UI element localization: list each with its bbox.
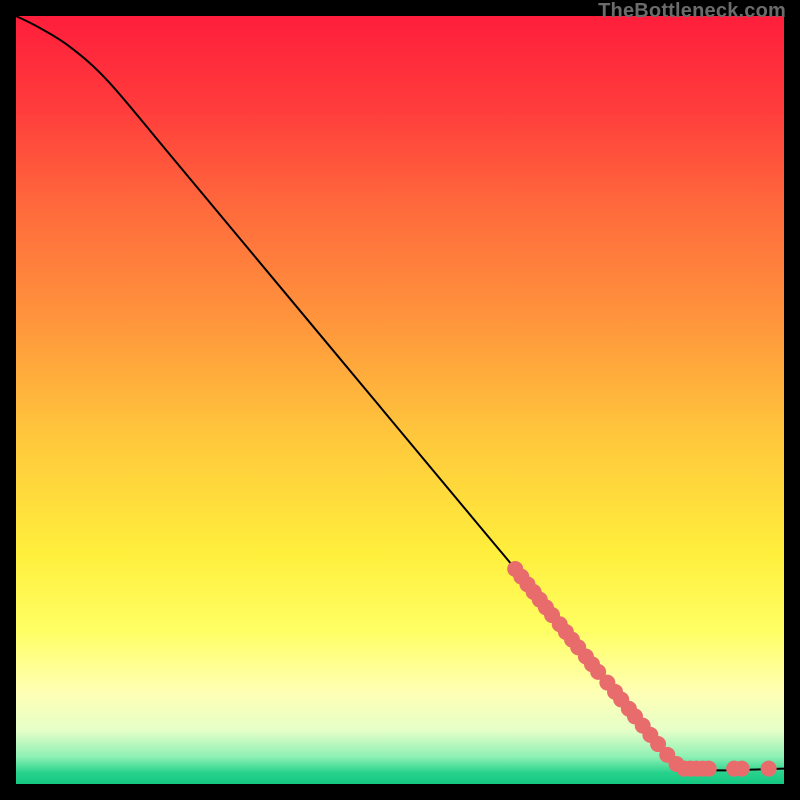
chart-stage: TheBottleneck.com (0, 0, 800, 800)
gradient-rect (16, 16, 784, 784)
scatter-point (734, 761, 750, 777)
scatter-point (701, 761, 717, 777)
scatter-point (761, 761, 777, 777)
chart-svg (16, 16, 784, 784)
watermark-text: TheBottleneck.com (598, 0, 786, 23)
